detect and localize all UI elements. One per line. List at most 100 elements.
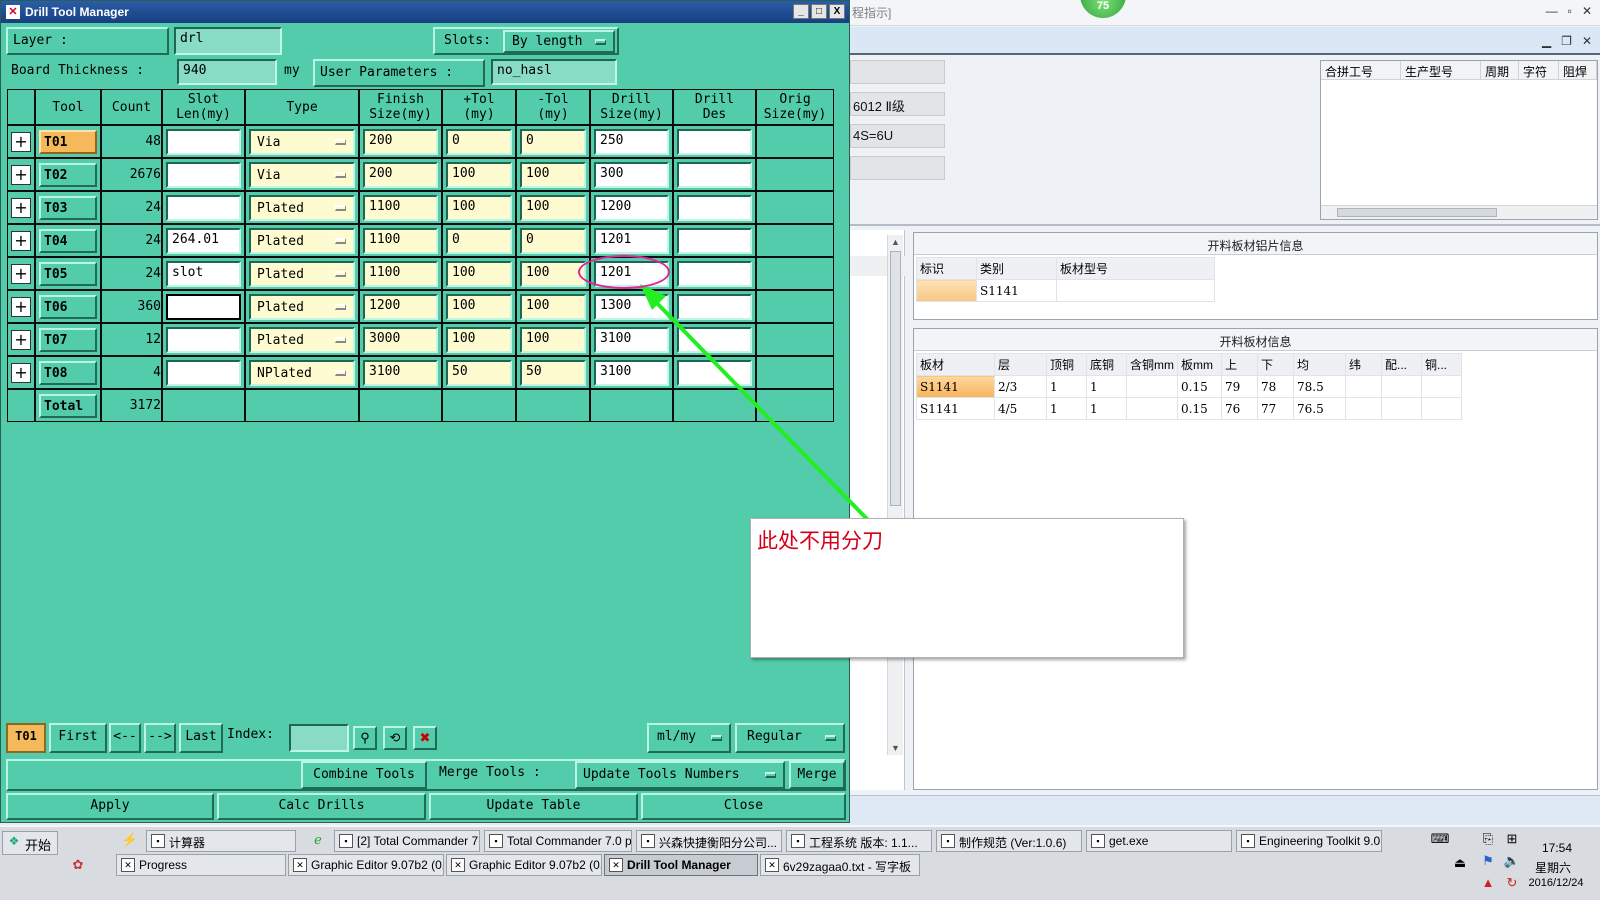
finish-size-input[interactable]: 200	[363, 128, 438, 155]
finish-size-input[interactable]: 1100	[363, 227, 438, 254]
table-cell[interactable]	[1126, 375, 1178, 398]
taskbar-item[interactable]: ✕ Graphic Editor 9.07b2 (0...	[288, 854, 444, 876]
table-cell[interactable]: 4/5	[994, 397, 1047, 420]
scroll-down-icon[interactable]: ▼	[891, 743, 900, 753]
layer-input[interactable]: drl	[174, 27, 282, 55]
table-cell[interactable]: 78	[1257, 375, 1294, 398]
type-dropdown[interactable]: Plated	[249, 227, 355, 254]
search-icon[interactable]: ⚲	[353, 726, 377, 750]
tool-row[interactable]: + T06 360 Plated 1200 100 100 1300	[7, 290, 834, 323]
refresh-icon[interactable]: ⟲	[383, 726, 407, 750]
slot-len-input[interactable]: 264.01	[166, 227, 241, 254]
merge-button[interactable]: Merge	[789, 761, 845, 789]
slot-len-input[interactable]	[166, 359, 241, 386]
expand-icon[interactable]: +	[11, 296, 31, 317]
expand-icon[interactable]: +	[11, 329, 31, 350]
flag-icon[interactable]: ⚑	[1476, 851, 1500, 875]
table-cell[interactable]: 76.5	[1293, 397, 1346, 420]
table-row[interactable]: S1141 2/3 1 1 0.15 79 78 78.5	[916, 375, 1462, 398]
scrollbar-thumb[interactable]	[890, 251, 901, 506]
table-cell[interactable]	[1421, 375, 1462, 398]
tool-button[interactable]: T01	[39, 129, 97, 154]
tool-button[interactable]: T03	[39, 195, 97, 220]
delete-icon[interactable]: ✖	[413, 726, 437, 750]
slot-len-input[interactable]	[166, 161, 241, 188]
browser-icon[interactable]: ℯ	[306, 830, 330, 854]
table-cell[interactable]: 79	[1221, 375, 1258, 398]
slot-len-input[interactable]	[166, 128, 241, 155]
merge-job-grid[interactable]: 合拼工号 生产型号 周期 字符 阻焊	[1320, 60, 1598, 220]
slots-dropdown[interactable]: By length	[503, 30, 615, 53]
last-button[interactable]: Last	[179, 723, 223, 753]
update-tools-numbers-dropdown[interactable]: Update Tools Numbers	[575, 761, 785, 789]
clock[interactable]: 17:54	[1522, 841, 1592, 855]
tray-icon[interactable]: ⏏	[1448, 853, 1472, 877]
table-cell[interactable]: 1	[1046, 397, 1087, 420]
type-dropdown[interactable]: Plated	[249, 260, 355, 287]
type-dropdown[interactable]: Via	[249, 161, 355, 188]
table-row[interactable]: S1141 4/5 1 1 0.15 76 77 76.5	[916, 397, 1462, 420]
minimize-button[interactable]: _	[793, 4, 809, 19]
minus-tol-input[interactable]: 100	[520, 194, 586, 221]
table-cell[interactable]: S1141	[976, 279, 1057, 302]
tool-row[interactable]: + T01 48 Via 200 0 0 250	[7, 125, 834, 158]
finish-size-input[interactable]: 1200	[363, 293, 438, 320]
close-icon[interactable]: ✕	[1582, 4, 1592, 18]
tool-button[interactable]: T04	[39, 228, 97, 253]
board-thickness-input[interactable]: 940	[177, 59, 277, 85]
type-dropdown[interactable]: Plated	[249, 194, 355, 221]
plus-tol-input[interactable]: 100	[446, 326, 512, 353]
antivirus-icon[interactable]: ▲	[1476, 873, 1500, 897]
scrollbar-thumb[interactable]	[1337, 208, 1497, 217]
slot-len-input[interactable]	[166, 326, 241, 353]
expand-icon[interactable]: +	[11, 164, 31, 185]
table-cell[interactable]: 1	[1046, 375, 1087, 398]
close-button[interactable]: X	[829, 4, 845, 19]
plus-tol-input[interactable]: 100	[446, 161, 512, 188]
plus-tol-input[interactable]: 0	[446, 227, 512, 254]
drill-size-input[interactable]: 250	[594, 128, 669, 155]
drill-size-input[interactable]: 300	[594, 161, 669, 188]
minimize-icon[interactable]: ▁	[1542, 34, 1551, 48]
vertical-scrollbar[interactable]: ▲ ▼	[887, 235, 903, 755]
combine-tools-button[interactable]: Combine Tools	[301, 761, 427, 789]
drill-des-input[interactable]	[677, 128, 752, 155]
table-cell[interactable]: S1141	[916, 375, 995, 398]
taskbar-item[interactable]: ▪ 兴森快捷衡阳分公司...	[636, 830, 782, 852]
minus-tol-input[interactable]: 100	[520, 260, 586, 287]
table-cell[interactable]	[1345, 397, 1382, 420]
mode-dropdown[interactable]: Regular	[735, 723, 845, 753]
tool-row[interactable]: + T04 24 264.01 Plated 1100 0 0 1201	[7, 224, 834, 257]
taskbar-item[interactable]: ▪ 制作规范 (Ver:1.0.6)	[936, 830, 1082, 852]
apply-button[interactable]: Apply	[6, 793, 214, 820]
finish-size-input[interactable]: 1100	[363, 194, 438, 221]
taskbar-item[interactable]: ▪ 工程系统 版本: 1.1...	[786, 830, 932, 852]
table-cell[interactable]	[1381, 375, 1422, 398]
drill-size-input[interactable]: 3100	[594, 326, 669, 353]
quick-launch-icon[interactable]: ⚡	[118, 830, 142, 854]
taskbar-item[interactable]: ✕ Drill Tool Manager	[604, 854, 758, 876]
tool-button[interactable]: T02	[39, 162, 97, 187]
drill-des-input[interactable]	[677, 359, 752, 386]
tool-row[interactable]: + T02 2676 Via 200 100 100 300	[7, 158, 834, 191]
finish-size-input[interactable]: 3000	[363, 326, 438, 353]
calc-drills-button[interactable]: Calc Drills	[217, 793, 426, 820]
table-cell[interactable]: 2/3	[994, 375, 1047, 398]
network-icon[interactable]: ⊞	[1500, 829, 1524, 853]
drill-size-input[interactable]: 3100	[594, 359, 669, 386]
table-cell[interactable]: 1	[1086, 375, 1127, 398]
minus-tol-input[interactable]: 100	[520, 326, 586, 353]
table-cell[interactable]: S1141	[916, 397, 995, 420]
finish-size-input[interactable]: 200	[363, 161, 438, 188]
drill-des-input[interactable]	[677, 260, 752, 287]
scroll-up-icon[interactable]: ▲	[891, 237, 900, 247]
tool-button[interactable]: T06	[39, 294, 97, 319]
drill-des-input[interactable]	[677, 326, 752, 353]
table-cell[interactable]	[1381, 397, 1422, 420]
table-cell[interactable]: 0.15	[1177, 397, 1222, 420]
taskbar-item[interactable]: ▪ Total Commander 7.0 p...	[484, 830, 632, 852]
table-cell[interactable]: 0.15	[1177, 375, 1222, 398]
first-button[interactable]: First	[49, 723, 107, 753]
table-cell[interactable]	[1056, 279, 1215, 302]
type-dropdown[interactable]: Plated	[249, 326, 355, 353]
